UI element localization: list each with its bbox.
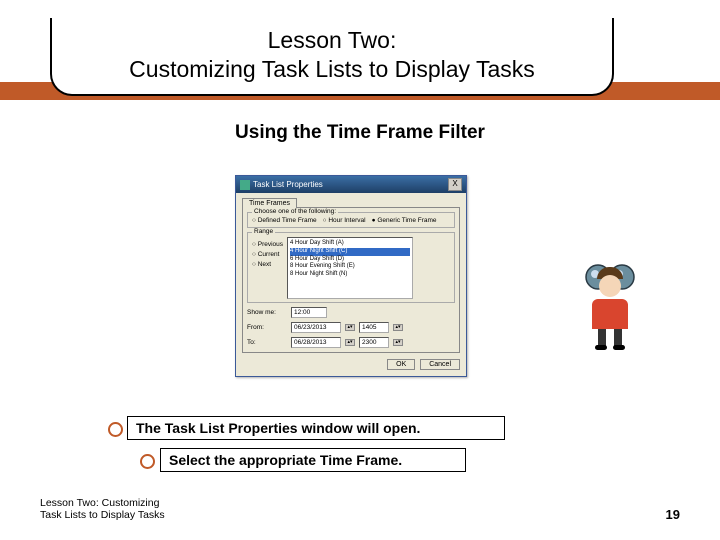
ok-button[interactable]: OK [387, 359, 415, 370]
radio-defined[interactable]: Defined Time Frame [252, 217, 317, 224]
tab-pane: Choose one of the following: Defined Tim… [242, 207, 460, 353]
list-item[interactable]: 8 Hour Night Shift (N) [290, 271, 410, 279]
dialog-buttons: OK Cancel [242, 359, 460, 370]
choose-group: Choose one of the following: Defined Tim… [247, 212, 455, 228]
task-list-properties-dialog: Task List Properties X Time Frames Choos… [235, 175, 467, 377]
footer-lesson-label: Lesson Two: Customizing Task Lists to Di… [40, 497, 165, 522]
from-time-field[interactable]: 1405 [359, 322, 389, 333]
list-item[interactable]: 6 Hour Day Shift (D) [290, 256, 410, 264]
dialog-title-text: Task List Properties [253, 180, 323, 189]
app-icon [240, 180, 250, 190]
spinner-icon[interactable]: ▴▾ [345, 339, 355, 346]
list-item[interactable]: 4 Hour Day Shift (A) [290, 240, 410, 248]
title-line-1: Lesson Two: [72, 26, 592, 55]
binoculars-character-icon [570, 260, 650, 350]
caption-2: Select the appropriate Time Frame. [160, 448, 466, 472]
list-item[interactable]: 8 Hour Evening Shift (E) [290, 263, 410, 271]
dialog-body: Time Frames Choose one of the following:… [236, 193, 466, 376]
to-row: To: 06/28/2013 ▴▾ 2300 ▴▾ [247, 337, 455, 348]
radio-current[interactable]: Current [252, 251, 283, 258]
to-label: To: [247, 339, 287, 346]
page-number: 19 [666, 507, 680, 522]
bullet-icon [140, 454, 155, 469]
shift-listbox[interactable]: 4 Hour Day Shift (A) 4 Hour Night Shift … [287, 237, 413, 299]
to-time-field[interactable]: 2300 [359, 337, 389, 348]
list-item[interactable]: 4 Hour Night Shift (C) [290, 248, 410, 256]
slide-subtitle: Using the Time Frame Filter [0, 122, 720, 144]
filter-type-radios: Defined Time Frame Hour Interval Generic… [252, 217, 450, 224]
footer-line-1: Lesson Two: Customizing [40, 497, 159, 509]
spinner-icon[interactable]: ▴▾ [393, 324, 403, 331]
show-me-label: Show me: [247, 309, 287, 316]
show-me-field[interactable]: 12:00 [291, 307, 327, 318]
title-line-2: Customizing Task Lists to Display Tasks [72, 55, 592, 84]
range-group-label: Range [252, 228, 275, 235]
radio-previous[interactable]: Previous [252, 241, 283, 248]
radio-hour[interactable]: Hour Interval [323, 217, 366, 224]
radio-generic[interactable]: Generic Time Frame [372, 217, 437, 224]
radio-next[interactable]: Next [252, 261, 283, 268]
from-date-field[interactable]: 06/23/2013 [291, 322, 341, 333]
show-me-row: Show me: 12:00 [247, 307, 455, 318]
dialog-titlebar: Task List Properties X [236, 176, 466, 193]
range-group: Range Previous Current Next 4 Hour Day S… [247, 232, 455, 303]
spinner-icon[interactable]: ▴▾ [345, 324, 355, 331]
close-icon[interactable]: X [448, 178, 462, 191]
from-row: From: 06/23/2013 ▴▾ 1405 ▴▾ [247, 322, 455, 333]
spinner-icon[interactable]: ▴▾ [393, 339, 403, 346]
caption-1: The Task List Properties window will ope… [127, 416, 505, 440]
footer-line-2: Task Lists to Display Tasks [40, 509, 165, 521]
to-date-field[interactable]: 06/28/2013 [291, 337, 341, 348]
tab-time-frames[interactable]: Time Frames [242, 198, 297, 208]
from-label: From: [247, 324, 287, 331]
bullet-icon [108, 422, 123, 437]
cancel-button[interactable]: Cancel [420, 359, 460, 370]
choose-group-label: Choose one of the following: [252, 208, 338, 215]
title-container: Lesson Two: Customizing Task Lists to Di… [50, 18, 614, 96]
